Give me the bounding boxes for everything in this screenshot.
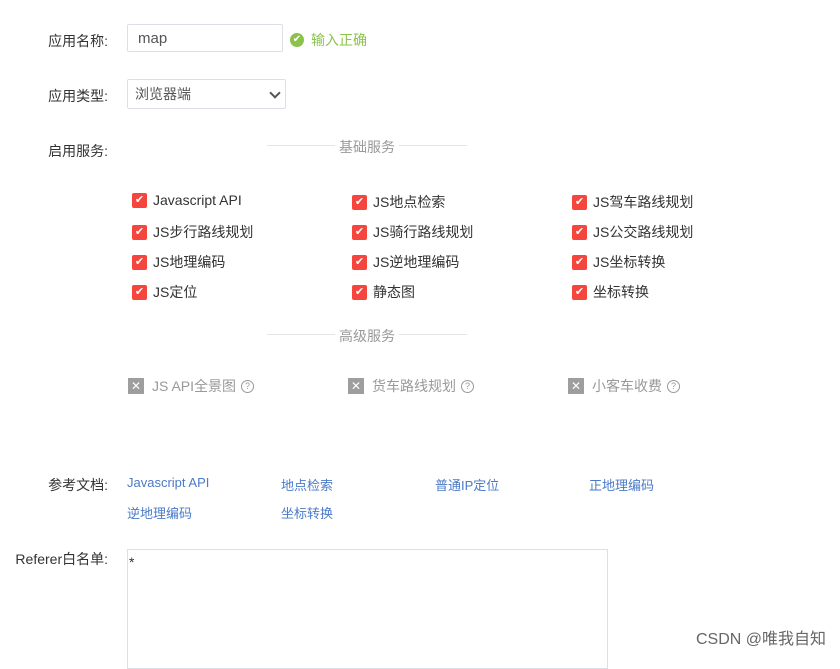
advanced-services-title: 高级服务 [267,326,467,346]
doc-link[interactable]: Javascript API [127,475,209,490]
check-circle-icon: ✔ [290,33,304,47]
checkbox-disabled-icon: ✕ [128,378,144,394]
service-checkbox[interactable]: ✔ JS地点检索 [352,192,445,212]
app-type-select[interactable]: 浏览器端 [127,79,286,109]
checkbox-checked-icon: ✔ [352,224,367,240]
checkbox-checked-icon: ✔ [132,254,147,270]
service-label: JS公交路线规划 [593,224,694,240]
checkbox-checked-icon: ✔ [132,284,147,300]
service-label: JS骑行路线规划 [373,224,474,240]
service-checkbox[interactable]: ✔ JS定位 [132,282,197,302]
checkbox-checked-icon: ✔ [572,194,587,210]
service-label: 坐标转换 [593,284,649,300]
checkbox-disabled-icon: ✕ [348,378,364,394]
service-checkbox[interactable]: ✔ JS逆地理编码 [352,252,459,272]
service-label: JS驾车路线规划 [593,194,694,210]
docs-label: 参考文档: [48,477,108,493]
service-label: JS地理编码 [153,254,226,270]
referer-label: Referer白名单: [15,551,108,567]
doc-link[interactable]: 地点检索 [281,475,333,494]
service-checkbox[interactable]: ✔ JS公交路线规划 [572,222,693,242]
app-type-value: 浏览器端 [135,86,191,102]
service-checkbox[interactable]: ✔ JS坐标转换 [572,252,665,272]
app-name-input[interactable]: map [127,24,283,52]
app-name-label: 应用名称: [48,33,108,49]
service-label: Javascript API [153,192,242,208]
service-checkbox[interactable]: ✔ Javascript API [132,192,242,208]
help-icon[interactable]: ? [241,379,255,393]
basic-services-title: 基础服务 [267,137,467,157]
checkbox-checked-icon: ✔ [352,254,367,270]
service-label: JS坐标转换 [593,254,666,270]
service-label: 货车路线规划 [372,378,456,394]
advanced-service-checkbox: ✕ 小客车收费? [568,376,680,396]
validation-message: ✔ 输入正确 [290,30,367,50]
checkbox-checked-icon: ✔ [352,284,367,300]
service-label: JS定位 [153,284,198,300]
service-label: JS逆地理编码 [373,254,460,270]
advanced-service-checkbox: ✕ JS API全景图? [128,376,255,396]
validation-text: 输入正确 [311,32,367,48]
service-checkbox[interactable]: ✔ 坐标转换 [572,282,649,302]
doc-link[interactable]: 普通IP定位 [435,475,499,494]
service-checkbox[interactable]: ✔ JS地理编码 [132,252,225,272]
doc-link[interactable]: 正地理编码 [589,475,654,494]
service-checkbox[interactable]: ✔ 静态图 [352,282,415,302]
checkbox-checked-icon: ✔ [572,284,587,300]
watermark: CSDN @唯我自知 [695,631,826,648]
doc-link[interactable]: 逆地理编码 [127,503,192,522]
service-label: 静态图 [373,284,415,300]
service-label: JS地点检索 [373,194,446,210]
service-checkbox[interactable]: ✔ JS驾车路线规划 [572,192,693,212]
help-icon[interactable]: ? [461,379,474,393]
checkbox-checked-icon: ✔ [572,254,587,270]
service-label: JS步行路线规划 [153,224,254,240]
checkbox-checked-icon: ✔ [132,224,147,240]
service-label: 小客车收费 [592,378,662,394]
service-checkbox[interactable]: ✔ JS步行路线规划 [132,222,253,242]
checkbox-disabled-icon: ✕ [568,378,584,394]
help-icon[interactable]: ? [667,379,680,393]
advanced-service-checkbox: ✕ 货车路线规划? [348,376,474,396]
service-checkbox[interactable]: ✔ JS骑行路线规划 [352,222,473,242]
checkbox-checked-icon: ✔ [132,192,147,208]
service-label: JS API全景图 [152,378,237,394]
referer-textarea[interactable]: * [127,549,608,669]
app-type-label: 应用类型: [48,88,108,104]
checkbox-checked-icon: ✔ [572,224,587,240]
chevron-down-icon [269,87,281,99]
checkbox-checked-icon: ✔ [352,194,367,210]
services-label: 启用服务: [48,143,108,159]
doc-link[interactable]: 坐标转换 [281,503,333,522]
